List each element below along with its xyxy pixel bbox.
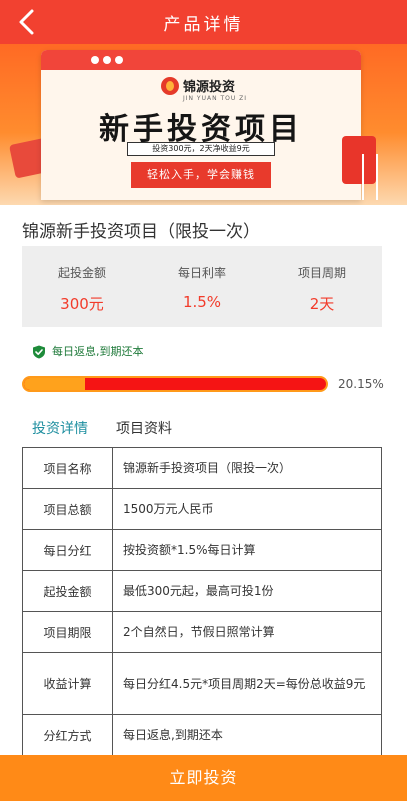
- banner-slogan-button: 轻松入手，学会赚钱: [131, 162, 271, 188]
- row-key: 项目名称: [22, 447, 113, 489]
- logo-icon: [161, 76, 179, 95]
- tab-project-materials[interactable]: 项目资料: [116, 418, 172, 438]
- logo-subtext: JIN YUAN TOU ZI: [183, 95, 248, 102]
- chevron-left-icon[interactable]: [14, 8, 42, 36]
- row-key: 收益计算: [22, 652, 113, 715]
- row-key: 每日分红: [22, 529, 113, 571]
- row-value: 锦源新手投资项目（限投一次）: [112, 447, 382, 489]
- invest-now-button[interactable]: 立即投资: [0, 755, 407, 801]
- row-value: 每日返息,到期还本: [112, 714, 382, 756]
- stat-period: 项目周期 2天: [262, 246, 382, 327]
- row-key: 分红方式: [22, 714, 113, 756]
- page-title: 产品详情: [163, 14, 244, 35]
- table-row: 分红方式 每日返息,到期还本: [22, 714, 382, 756]
- top-nav-bar: 产品详情: [0, 0, 407, 44]
- repayment-note: 每日返息,到期还本: [32, 343, 144, 359]
- stat-min-investment: 起投金额 300元: [22, 246, 142, 327]
- row-key: 项目期限: [22, 611, 113, 653]
- row-key: 项目总额: [22, 488, 113, 530]
- product-stats: 起投金额 300元 每日利率 1.5% 项目周期 2天: [22, 246, 382, 327]
- product-detail-page: 产品详情 锦源投资 JIN YUAN TOU ZI 新手投资项目 投资300元，…: [0, 0, 407, 801]
- stat-label: 每日利率: [177, 266, 226, 280]
- logo-text: 锦源投资: [183, 80, 236, 95]
- stat-label: 起投金额: [57, 266, 106, 280]
- row-value: 1500万元人民币: [112, 488, 382, 530]
- banner-board-titlebar: [41, 50, 361, 70]
- table-row: 起投金额 最低300元起，最高可投1份: [22, 570, 382, 612]
- banner-board: 锦源投资 JIN YUAN TOU ZI 新手投资项目 投资300元，2天净收益…: [41, 50, 361, 200]
- banner-subline: 投资300元，2天净收益9元: [127, 142, 275, 156]
- table-row: 每日分红 按投资额*1.5%每日计算: [22, 529, 382, 571]
- table-row: 收益计算 每日分红4.5元*项目周期2天=每份总收益9元: [22, 652, 382, 715]
- stat-value: 300元: [60, 295, 104, 313]
- stat-value: 1.5%: [182, 293, 222, 311]
- stat-value: 2天: [309, 295, 335, 313]
- table-row: 项目总额 1500万元人民币: [22, 488, 382, 530]
- row-value: 每日分红4.5元*项目周期2天=每份总收益9元: [112, 652, 382, 715]
- investment-details-table: 项目名称 锦源新手投资项目（限投一次） 项目总额 1500万元人民币 每日分红 …: [22, 447, 382, 756]
- stat-label: 项目周期: [297, 266, 346, 280]
- note-text: 每日返息,到期还本: [52, 345, 144, 358]
- row-value: 按投资额*1.5%每日计算: [112, 529, 382, 571]
- product-banner: 锦源投资 JIN YUAN TOU ZI 新手投资项目 投资300元，2天净收益…: [0, 44, 407, 205]
- progress-fill: [24, 378, 85, 390]
- ladder-illustration: [362, 154, 378, 200]
- progress-bar: [22, 376, 328, 392]
- shield-check-icon: [32, 344, 46, 359]
- brand-logo: 锦源投资: [161, 76, 235, 95]
- stat-daily-rate: 每日利率 1.5%: [142, 246, 262, 327]
- row-key: 起投金额: [22, 570, 113, 612]
- row-value: 最低300元起，最高可投1份: [112, 570, 382, 612]
- product-title: 锦源新手投资项目（限投一次）: [22, 222, 260, 242]
- table-row: 项目期限 2个自然日，节假日照常计算: [22, 611, 382, 653]
- progress-percent: 20.15%: [338, 377, 384, 391]
- table-row: 项目名称 锦源新手投资项目（限投一次）: [22, 447, 382, 489]
- tab-investment-details[interactable]: 投资详情: [32, 418, 88, 438]
- row-value: 2个自然日，节假日照常计算: [112, 611, 382, 653]
